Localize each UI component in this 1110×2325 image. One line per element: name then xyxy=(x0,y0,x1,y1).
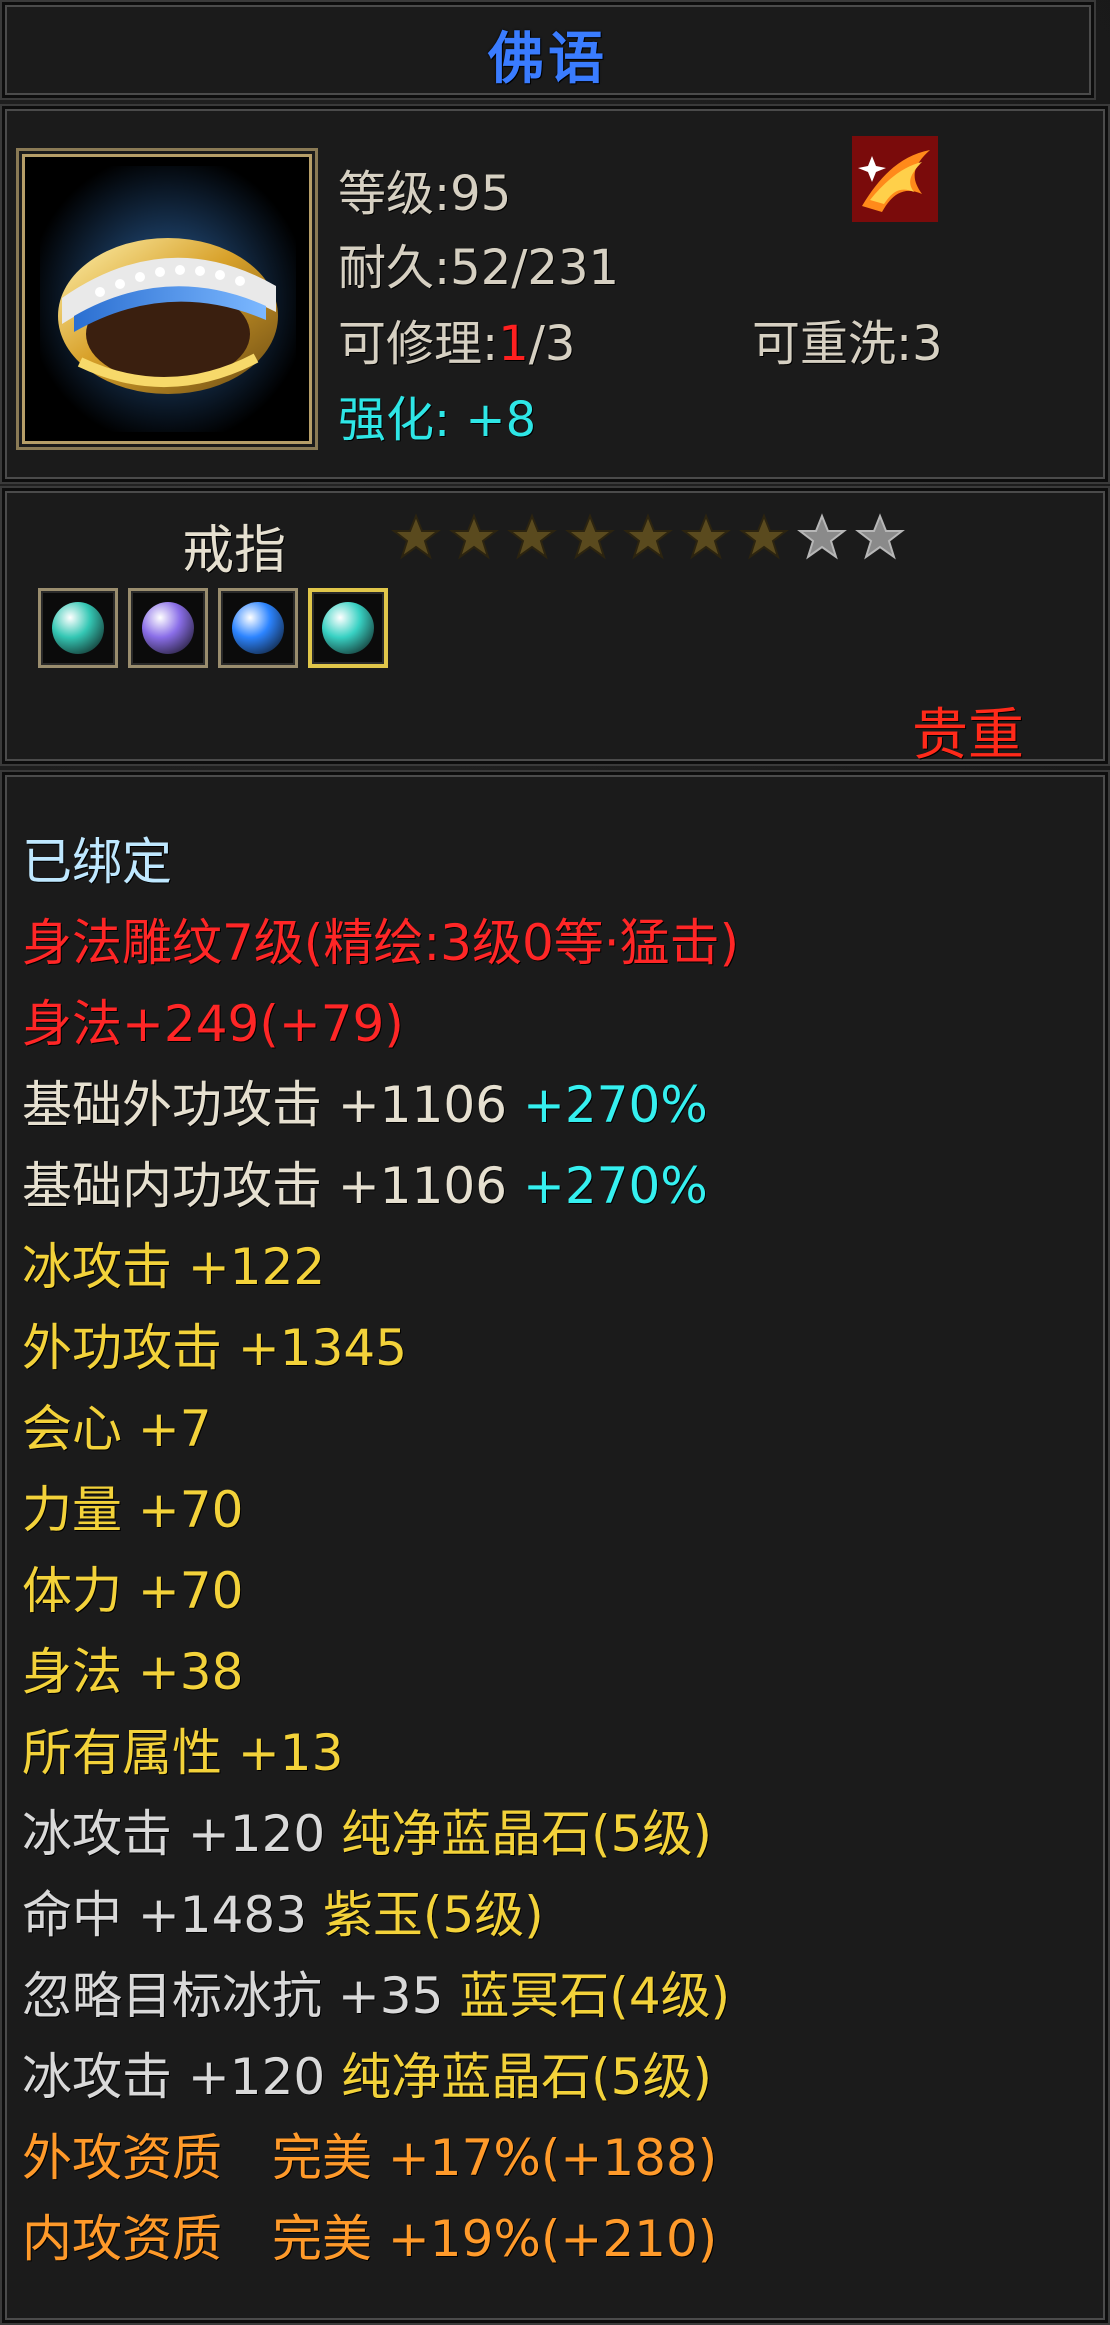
durability-stat: 耐久:52/231 xyxy=(338,240,620,296)
gem-stat-line: 冰攻击 +120 纯净蓝晶石(5级) xyxy=(22,2037,739,2118)
gem-sockets xyxy=(38,588,388,668)
stat-text: 冰攻击 +122 xyxy=(22,1238,326,1296)
repair-total: /3 xyxy=(528,316,576,372)
green-gem-icon[interactable] xyxy=(308,588,388,668)
stat-text: 外功攻击 +1345 xyxy=(22,1319,408,1377)
stat-line: 所有属性 +13 xyxy=(22,1713,739,1794)
star-filled-icon xyxy=(565,513,615,560)
engraving-line: 身法雕纹7级(精绘:3级0等·猛击) xyxy=(22,914,740,972)
repair-label: 可修理: xyxy=(338,316,499,372)
gem-stat-line: 忽略目标冰抗 +35 蓝冥石(4级) xyxy=(22,1956,739,2037)
star-filled-icon xyxy=(739,513,789,560)
repair-stat: 可修理:1/3 xyxy=(338,304,575,374)
gem-core xyxy=(52,602,104,654)
repair-current: 1 xyxy=(498,316,529,372)
rarity-label: 贵重 xyxy=(912,703,1024,768)
gem-name: 蓝冥石(4级) xyxy=(459,1967,731,2025)
stat-text: 会心 +7 xyxy=(22,1400,212,1458)
gem-stat-lines: 冰攻击 +120 纯净蓝晶石(5级) 命中 +1483 紫玉(5级) 忽略目标冰抗 … xyxy=(22,1794,739,2118)
stat-bonus-percent: +270% xyxy=(522,1076,708,1134)
stat-line: 外功攻击 +1345 xyxy=(22,1308,739,1389)
phoenix-icon xyxy=(852,136,938,222)
star-filled-icon xyxy=(507,513,557,560)
base-stat-lines: 基础外功攻击 +1106 +270% 基础内功攻击 +1106 +270% 冰攻击 … xyxy=(22,1065,739,1794)
stat-text: 身法 +38 xyxy=(22,1643,244,1701)
item-name: 佛语 xyxy=(488,27,608,92)
title-panel: 佛语 xyxy=(0,0,1096,100)
star-filled-icon xyxy=(681,513,731,560)
purple-gem-icon[interactable] xyxy=(128,588,208,668)
item-icon-frame[interactable] xyxy=(16,148,318,450)
level-stat: 等级:95 xyxy=(338,166,512,222)
star-rating xyxy=(390,512,906,564)
stat-line: 体力 +70 xyxy=(22,1551,739,1632)
gem-stat-text: 冰攻击 +120 xyxy=(22,2048,342,2106)
stat-bonus-percent: +270% xyxy=(522,1157,708,1215)
quality-lines: 外攻资质 完美 +17%(+188) 内攻资质 完美 +19%(+210) xyxy=(22,2118,739,2280)
star-empty-icon xyxy=(797,513,847,560)
gem-name: 纯净蓝晶石(5级) xyxy=(341,2048,712,2106)
blue-gem-icon[interactable] xyxy=(218,588,298,668)
stat-line: 会心 +7 xyxy=(22,1389,739,1470)
star-filled-icon xyxy=(623,513,673,560)
rewash-stat: 可重洗:3 xyxy=(752,316,943,372)
quality-line: 内攻资质 完美 +19%(+210) xyxy=(22,2210,718,2268)
stat-text: 基础外功攻击 +1106 xyxy=(22,1076,523,1134)
quality-line: 外攻资质 完美 +17%(+188) xyxy=(22,2129,718,2187)
stat-lines: 已绑定 身法雕纹7级(精绘:3级0等·猛击) 身法+249(+79) 基础外功攻… xyxy=(22,822,739,2280)
agility-bonus-line: 身法+249(+79) xyxy=(22,995,404,1053)
gem-name: 纯净蓝晶石(5级) xyxy=(341,1805,712,1863)
stat-line: 基础外功攻击 +1106 +270% xyxy=(22,1065,739,1146)
stat-text: 体力 +70 xyxy=(22,1562,244,1620)
stat-line: 冰攻击 +122 xyxy=(22,1227,739,1308)
gem-core xyxy=(232,602,284,654)
star-empty-icon xyxy=(855,513,905,560)
star-filled-icon xyxy=(449,513,499,560)
gem-name: 紫玉(5级) xyxy=(322,1886,544,1944)
stat-line: 力量 +70 xyxy=(22,1470,739,1551)
stat-text: 力量 +70 xyxy=(22,1481,244,1539)
gem-core xyxy=(322,602,374,654)
stat-line: 身法 +38 xyxy=(22,1632,739,1713)
green-gem-icon[interactable] xyxy=(38,588,118,668)
bound-status: 已绑定 xyxy=(22,833,172,891)
gold-ring-icon xyxy=(40,166,296,432)
gem-stat-text: 命中 +1483 xyxy=(22,1886,323,1944)
stat-text: 基础内功攻击 +1106 xyxy=(22,1157,523,1215)
stat-line: 基础内功攻击 +1106 +270% xyxy=(22,1146,739,1227)
gem-stat-text: 忽略目标冰抗 +35 xyxy=(22,1967,460,2025)
gem-stat-text: 冰攻击 +120 xyxy=(22,1805,342,1863)
gem-stat-line: 命中 +1483 紫玉(5级) xyxy=(22,1875,739,1956)
stat-text: 所有属性 +13 xyxy=(22,1724,344,1782)
star-filled-icon xyxy=(391,513,441,560)
enhance-stat: 强化: +8 xyxy=(338,392,537,448)
gem-stat-line: 冰攻击 +120 纯净蓝晶石(5级) xyxy=(22,1794,739,1875)
item-type-label: 戒指 xyxy=(182,521,287,581)
gem-core xyxy=(142,602,194,654)
